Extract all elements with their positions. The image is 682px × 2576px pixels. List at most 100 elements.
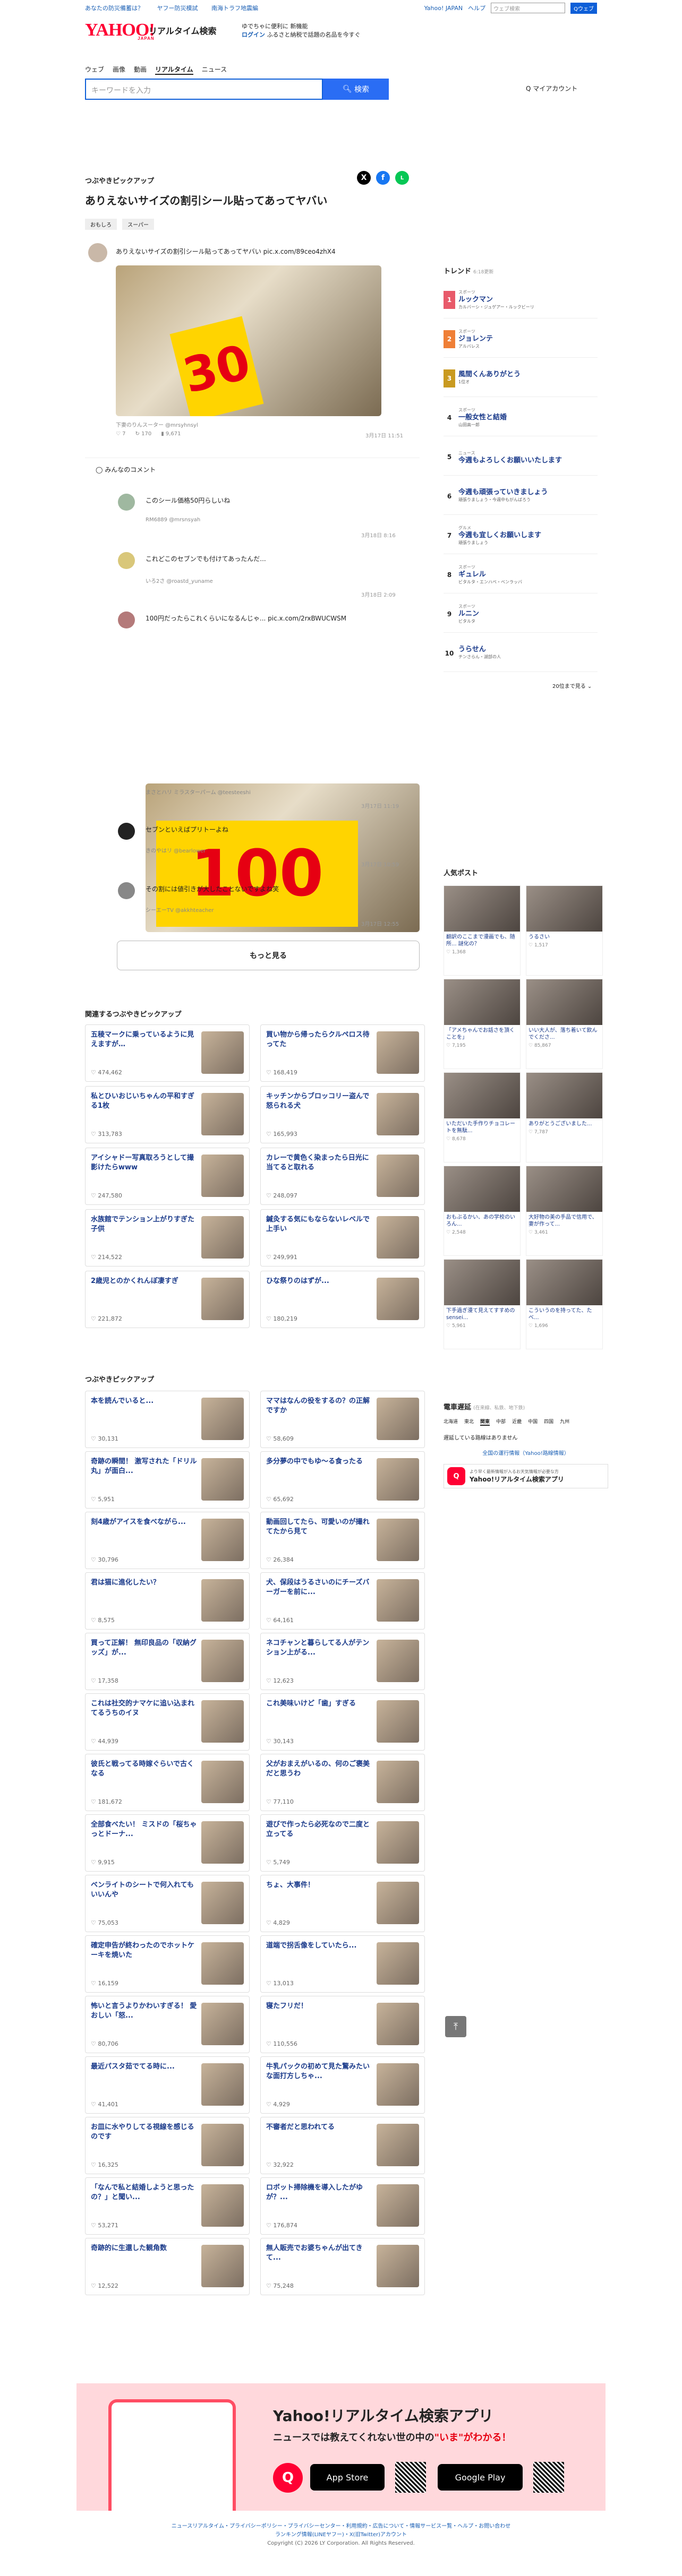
trend-item[interactable]: 4 スポーツ 一般女性と結婚 山田高一郎 (444, 399, 598, 436)
post-user[interactable]: 下妻のりんスーター @mrsyhnsyl (116, 420, 198, 428)
yahoo-logo[interactable]: YAHOO! JAPAN (85, 20, 155, 41)
trend-item[interactable]: 5 ニュース 今週もよろしくお願いいたします (444, 438, 598, 476)
footer-links-2[interactable]: ランキング情報(LINEヤフー)・X(旧Twitter)アカウント (0, 2531, 682, 2539)
related-card[interactable]: 買い物から帰ったらクルペロス待ってた ♡ 168,419 (260, 1024, 425, 1082)
region-tab[interactable]: 四国 (544, 1418, 553, 1426)
yahoo-japan-link[interactable]: Yahoo! JAPAN (424, 5, 463, 12)
pickup-card[interactable]: 動画回してたら、可愛いのが撮れてたから見て ♡ 26,384 (260, 1512, 425, 1569)
pickup-card[interactable]: 全部食べたい！ ミスドの「桜ちゃっとドーナ... ♡ 9,915 (85, 1814, 250, 1872)
region-tab[interactable]: 関東 (480, 1418, 490, 1426)
region-tab[interactable]: 北海道 (444, 1418, 458, 1426)
related-card[interactable]: ひな祭りのはずが... ♡ 180,219 (260, 1271, 425, 1328)
pickup-card[interactable]: 奇跡的に生還した観角数 ♡ 12,522 (85, 2238, 250, 2295)
popular-post[interactable]: ありがとうございました... ♡ 7,787 (526, 1072, 603, 1162)
related-card[interactable]: 私とひいおじいちゃんの平和すぎる1枚 ♡ 313,783 (85, 1086, 250, 1143)
main-search-button[interactable]: 🔍︎ 検索 (323, 79, 389, 100)
tab-video[interactable]: 動画 (134, 65, 147, 75)
pickup-card[interactable]: ネコチャンと暮らしてる人がテンション上がる... ♡ 12,623 (260, 1633, 425, 1690)
related-card[interactable]: キッチンからブロッコリー盗んで怒られる犬 ♡ 165,993 (260, 1086, 425, 1143)
pickup-card[interactable]: 彼氏と戦ってる時嫁ぐらいで古くなる ♡ 181,672 (85, 1754, 250, 1811)
main-search-input[interactable]: キーワードを入力 (85, 79, 323, 100)
app-promo[interactable]: Q より早く最新情報が入るお天気情報が必要な方 Yahoo!リアルタイム検索アプリ (444, 1464, 608, 1488)
avatar[interactable] (88, 243, 107, 262)
promo-box[interactable]: ゆでちゃに便利に 新機能 ログイン ふるさと納税で話題の名品を今すぐ (242, 22, 361, 39)
pickup-card[interactable]: 「なんで私と結婚しようと思ったの？」と聞い... ♡ 53,271 (85, 2177, 250, 2235)
related-card[interactable]: 2歳児とのかくれんぼ凄すぎ ♡ 221,872 (85, 1271, 250, 1328)
more-button[interactable]: もっと見る (117, 941, 420, 970)
popular-post[interactable]: 「アメちゃんでお話さを頂くことを」 ♡ 7,195 (444, 979, 521, 1069)
popular-post[interactable]: おもぶるかい、あの学校のいろん... ♡ 2,548 (444, 1166, 521, 1256)
trend-item[interactable]: 2 スポーツ ジョレンテ アルバレス (444, 321, 598, 358)
related-card[interactable]: 水族館でテンション上がりすぎた子供 ♡ 214,522 (85, 1209, 250, 1267)
pickup-card[interactable]: これは社交的ナマケに追い込まれてるうちのイヌ ♡ 44,939 (85, 1693, 250, 1751)
tab-realtime[interactable]: リアルタイム (155, 65, 193, 75)
region-tab[interactable]: 近畿 (512, 1418, 522, 1426)
google-play-button[interactable]: Google Play (438, 2464, 523, 2491)
pickup-card[interactable]: 遊びで作ったら必死なので二度と立ってる ♡ 5,749 (260, 1814, 425, 1872)
line-share-icon[interactable]: L (395, 171, 409, 185)
pickup-card[interactable]: 最近パスタ茹でてる時に... ♡ 41,401 (85, 2056, 250, 2114)
trend-item[interactable]: 1 スポーツ ルックマン カルバーシ・ジュゲアー・ルックビーリ (444, 281, 598, 318)
my-account-link[interactable]: Q マイアカウント (526, 84, 577, 93)
popular-post[interactable]: うるさい ♡ 1,517 (526, 885, 603, 976)
trend-item[interactable]: 10 うらせん チンさらん・湖部の人 (444, 635, 598, 672)
pickup-card[interactable]: 刻4歳がアイスを食べながら... ♡ 30,796 (85, 1512, 250, 1569)
avatar[interactable] (118, 823, 135, 840)
related-card[interactable]: 鍼灸する気にもならないレベルで上手い ♡ 249,991 (260, 1209, 425, 1267)
pickup-card[interactable]: ちょ、大事件！ ♡ 4,829 (260, 1875, 425, 1932)
facebook-share-icon[interactable]: f (376, 171, 390, 185)
tab-news[interactable]: ニュース (202, 65, 227, 75)
popular-post[interactable]: いただいた手作りチョコレートを無駄... ♡ 8,678 (444, 1072, 521, 1162)
pickup-card[interactable]: ロボット掃除機を導入したがゆが？... ♡ 176,874 (260, 2177, 425, 2235)
retweet-icon[interactable]: ↻ 170 (135, 431, 152, 437)
help-link[interactable]: ヘルプ (468, 4, 485, 12)
pickup-card[interactable]: 無人販売でお婆ちゃんが出てきて... ♡ 75,248 (260, 2238, 425, 2295)
reply-icon[interactable]: ♡ 7 (116, 431, 126, 437)
popular-post[interactable]: 翻訳のここまで漫画でも、随所... 謎化の？ ♡ 1,368 (444, 885, 521, 976)
web-search-button[interactable]: Qウェブ (570, 2, 597, 14)
pickup-card[interactable]: 寝たフリだ！ ♡ 110,556 (260, 1996, 425, 2053)
avatar[interactable] (118, 494, 135, 511)
pickup-card[interactable]: 不審者だと思われてる ♡ 32,922 (260, 2117, 425, 2174)
related-card[interactable]: 五稜マークに乗っているように見えますが… ♡ 474,462 (85, 1024, 250, 1082)
region-tab[interactable]: 東北 (464, 1418, 474, 1426)
top-link-1[interactable]: あなたの防災備蓄は？ (85, 5, 143, 12)
pickup-card[interactable]: ベンライトのシートで何入れてもいいんや ♡ 75,053 (85, 1875, 250, 1932)
pickup-card[interactable]: 怖いと言うよりかわいすぎる！ 愛おしい「怒... ♡ 80,706 (85, 1996, 250, 2053)
avatar[interactable] (118, 552, 135, 569)
pickup-card[interactable]: 本を読んでいると... ♡ 30,131 (85, 1391, 250, 1448)
tag-1[interactable]: おもしろ (85, 219, 117, 230)
avatar[interactable] (118, 611, 135, 628)
trend-item[interactable]: 3 風間くんありがとう 1位オ (444, 360, 598, 397)
popular-post[interactable]: いい大人が、落ち着いて飲んでくださ... ♡ 85,867 (526, 979, 603, 1069)
app-banner[interactable]: Yahoo!リアルタイム検索アプリ ニュースでは教えてくれない世の中の"いま"が… (76, 2383, 606, 2511)
pickup-card[interactable]: お皿に水やりしてる視線を感じるのです ♡ 16,325 (85, 2117, 250, 2174)
comment-user[interactable]: きのやはリ @bearlower (146, 846, 206, 854)
pickup-card[interactable]: 確定申告が終わったのでホットケーキを焼いた ♡ 16,159 (85, 1935, 250, 1993)
post-image[interactable]: 30 (116, 265, 381, 416)
region-tab[interactable]: 中部 (496, 1418, 506, 1426)
x-share-icon[interactable]: X (357, 171, 371, 185)
popular-post[interactable]: 大好物の美の手品で信用で、妻が作って... ♡ 3,461 (526, 1166, 603, 1256)
comment-user[interactable]: RM6889 @mrsnsyah (146, 517, 200, 523)
trend-item[interactable]: 9 スポーツ ルニン ビタルタ (444, 596, 598, 633)
related-card[interactable]: カレーで黄色く染まったら日光に当てると取れる ♡ 248,097 (260, 1148, 425, 1205)
pickup-card[interactable]: 道端で拐舌像をしていたら... ♡ 13,013 (260, 1935, 425, 1993)
app-store-button[interactable]: App Store (310, 2464, 385, 2491)
tab-image[interactable]: 画像 (113, 65, 125, 75)
top-link-2[interactable]: ヤフー防災模試 (157, 5, 198, 12)
trend-item[interactable]: 6 今週も頑張っていきましょう 頑張りましょう・今週中もがんばろう (444, 478, 598, 515)
tab-web[interactable]: ウェブ (85, 65, 104, 75)
pickup-card[interactable]: 父がおまえがいるの、何のご褒美だと思うわ ♡ 77,110 (260, 1754, 425, 1811)
avatar[interactable] (118, 882, 135, 899)
trend-item[interactable]: 8 スポーツ ギュレル ビタルタ・エンハペ・ベンラッバ (444, 556, 598, 593)
comment-user[interactable]: まさとハリ ミラスターパーム @teesteeshi (146, 788, 251, 796)
web-search-input[interactable]: ウェブ検索 (491, 3, 566, 13)
region-tab[interactable]: 九州 (560, 1418, 569, 1426)
pickup-card[interactable]: 多分夢の中でもゆ〜る食ったる ♡ 65,692 (260, 1451, 425, 1509)
pickup-card[interactable]: 牛乳パックの初めて見た驚みたいな面打方しちゃ... ♡ 4,929 (260, 2056, 425, 2114)
related-card[interactable]: アイシャドー写真取ろうとして撮影けたらwww ♡ 247,580 (85, 1148, 250, 1205)
pickup-card[interactable]: 君は猫に進化したい？ ♡ 8,575 (85, 1572, 250, 1630)
top-link-3[interactable]: 南海トラフ地震編 (211, 5, 258, 12)
pickup-card[interactable]: 犬、保段はうるさいのにチーズバーガーを前に... ♡ 64,161 (260, 1572, 425, 1630)
